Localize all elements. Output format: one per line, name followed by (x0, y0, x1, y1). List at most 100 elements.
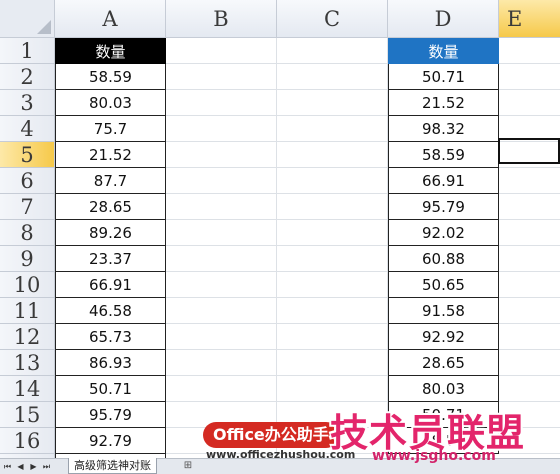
row-header-14[interactable]: 14 (0, 376, 55, 402)
row-header-10[interactable]: 10 (0, 272, 55, 298)
value-cell-a[interactable]: 65.73 (55, 324, 166, 350)
grid-cell[interactable] (499, 194, 560, 220)
grid-cell[interactable] (277, 194, 388, 220)
value-cell-a[interactable]: 50.71 (55, 376, 166, 402)
grid-cell[interactable] (166, 246, 277, 272)
row-header-16[interactable]: 16 (0, 428, 55, 454)
insert-sheet-icon[interactable]: ⊞ (180, 460, 196, 472)
grid-cell[interactable] (499, 38, 560, 64)
value-cell-a[interactable]: 87.7 (55, 168, 166, 194)
grid-cell[interactable] (277, 142, 388, 168)
grid-cell[interactable] (277, 376, 388, 402)
value-cell-a[interactable]: 21.52 (55, 142, 166, 168)
grid-cell[interactable] (166, 168, 277, 194)
value-cell-d[interactable]: 95.79 (388, 194, 499, 220)
row-header-2[interactable]: 2 (0, 64, 55, 90)
value-cell-d[interactable]: 60.88 (388, 246, 499, 272)
grid-cell[interactable] (499, 90, 560, 116)
grid-cell[interactable] (277, 38, 388, 64)
grid-cell[interactable] (499, 350, 560, 376)
grid-cell[interactable] (277, 220, 388, 246)
row-header-11[interactable]: 11 (0, 298, 55, 324)
row-header-13[interactable]: 13 (0, 350, 55, 376)
grid-cell[interactable] (166, 298, 277, 324)
column-header-a[interactable]: A (55, 0, 166, 38)
value-cell-d[interactable]: 98.32 (388, 116, 499, 142)
grid-cell[interactable] (166, 350, 277, 376)
grid-cell[interactable] (499, 272, 560, 298)
value-cell-a[interactable]: 23.37 (55, 246, 166, 272)
header-cell-a[interactable]: 数量 (55, 38, 166, 64)
grid-cell[interactable] (277, 324, 388, 350)
value-cell-d[interactable]: 66.91 (388, 168, 499, 194)
value-cell-d[interactable]: 92.92 (388, 324, 499, 350)
row-header-15[interactable]: 15 (0, 402, 55, 428)
grid-cell[interactable] (277, 116, 388, 142)
row-header-4[interactable]: 4 (0, 116, 55, 142)
column-header-d[interactable]: D (388, 0, 499, 38)
row-header-1[interactable]: 1 (0, 38, 55, 64)
office-watermark-badge: Office办公助手 (203, 422, 339, 448)
row-header-5[interactable]: 5 (0, 142, 55, 168)
grid-cell[interactable] (499, 298, 560, 324)
grid-cell[interactable] (499, 220, 560, 246)
row-header-8[interactable]: 8 (0, 220, 55, 246)
grid-cell[interactable] (277, 272, 388, 298)
column-header-e[interactable]: E (499, 0, 560, 38)
value-cell-d[interactable]: 50.65 (388, 272, 499, 298)
first-sheet-icon[interactable]: ⏮ (2, 460, 13, 473)
grid-cell[interactable] (166, 324, 277, 350)
value-cell-a[interactable]: 89.26 (55, 220, 166, 246)
row-header-12[interactable]: 12 (0, 324, 55, 350)
grid-cell[interactable] (277, 246, 388, 272)
grid-cell[interactable] (277, 168, 388, 194)
grid-cell[interactable] (499, 376, 560, 402)
value-cell-a[interactable]: 75.7 (55, 116, 166, 142)
grid-cell[interactable] (166, 194, 277, 220)
grid-cell[interactable] (166, 142, 277, 168)
value-cell-a[interactable]: 80.03 (55, 90, 166, 116)
sheet-tab[interactable]: 高级筛选神对账 (68, 458, 157, 474)
value-cell-d[interactable]: 28.65 (388, 350, 499, 376)
value-cell-d[interactable]: 91.58 (388, 298, 499, 324)
grid-cell[interactable] (277, 90, 388, 116)
header-cell-d[interactable]: 数量 (388, 38, 499, 64)
select-all-corner[interactable] (0, 0, 55, 38)
column-header-b[interactable]: B (166, 0, 277, 38)
last-sheet-icon[interactable]: ⏭ (41, 460, 52, 473)
value-cell-d[interactable]: 50.71 (388, 64, 499, 90)
grid-cell[interactable] (166, 220, 277, 246)
grid-cell[interactable] (499, 324, 560, 350)
value-cell-d[interactable]: 21.52 (388, 90, 499, 116)
grid-cell[interactable] (166, 64, 277, 90)
value-cell-a[interactable]: 66.91 (55, 272, 166, 298)
grid-cell[interactable] (499, 246, 560, 272)
grid-cell[interactable] (166, 38, 277, 64)
grid-cell[interactable] (499, 64, 560, 90)
value-cell-d[interactable]: 58.59 (388, 142, 499, 168)
selected-cell-e5[interactable] (498, 138, 560, 164)
grid-cell[interactable] (166, 376, 277, 402)
row-header-3[interactable]: 3 (0, 90, 55, 116)
grid-cell[interactable] (166, 116, 277, 142)
grid-cell[interactable] (277, 350, 388, 376)
row-header-6[interactable]: 6 (0, 168, 55, 194)
grid-cell[interactable] (499, 168, 560, 194)
value-cell-a[interactable]: 58.59 (55, 64, 166, 90)
value-cell-d[interactable]: 80.03 (388, 376, 499, 402)
value-cell-a[interactable]: 86.93 (55, 350, 166, 376)
column-header-c[interactable]: C (277, 0, 388, 38)
row-header-9[interactable]: 9 (0, 246, 55, 272)
grid-cell[interactable] (277, 298, 388, 324)
value-cell-a[interactable]: 28.65 (55, 194, 166, 220)
value-cell-a[interactable]: 95.79 (55, 402, 166, 428)
row-header-7[interactable]: 7 (0, 194, 55, 220)
value-cell-a[interactable]: 46.58 (55, 298, 166, 324)
next-sheet-icon[interactable]: ▶ (28, 460, 39, 473)
grid-cell[interactable] (166, 90, 277, 116)
grid-cell[interactable] (166, 272, 277, 298)
prev-sheet-icon[interactable]: ◀ (15, 460, 26, 473)
grid-cell[interactable] (277, 64, 388, 90)
value-cell-a[interactable]: 92.79 (55, 428, 166, 454)
value-cell-d[interactable]: 92.02 (388, 220, 499, 246)
